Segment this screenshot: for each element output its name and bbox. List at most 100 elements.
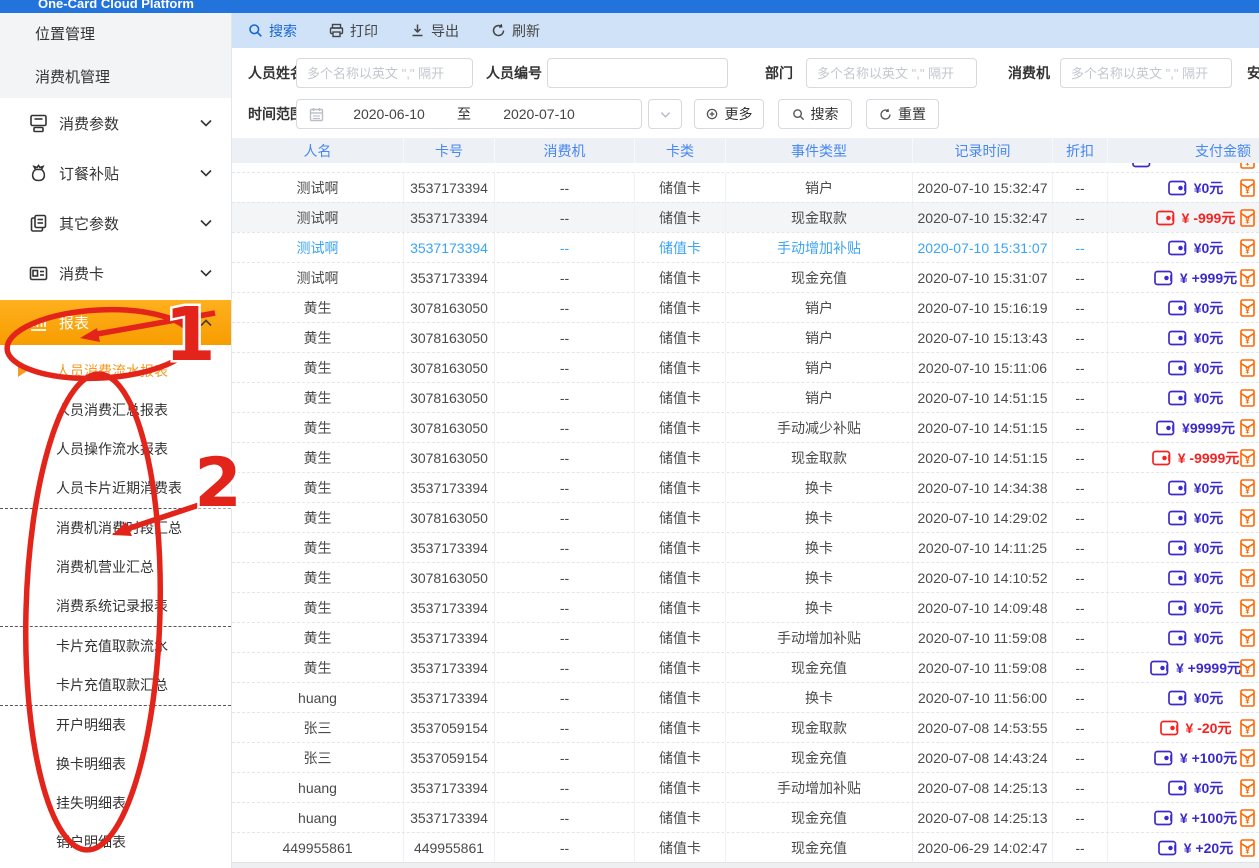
col-header-record-time[interactable]: 记录时间 bbox=[913, 138, 1053, 163]
red-envelope-icon[interactable]: ¥ bbox=[1240, 659, 1255, 677]
submenu-item[interactable]: 开户明细表 bbox=[0, 706, 231, 745]
sidebar-item-other-params[interactable]: 其它参数 bbox=[0, 198, 231, 248]
cell-pay-amount: ¥0元 ¥ bbox=[1108, 173, 1259, 202]
table-row[interactable]: huang 3537173394 -- 储值卡 手动增加补贴 2020-07-0… bbox=[232, 772, 1259, 802]
red-envelope-icon[interactable]: ¥ bbox=[1240, 719, 1255, 737]
red-envelope-icon[interactable]: ¥ bbox=[1240, 163, 1255, 169]
horizontal-scrollbar-track[interactable] bbox=[232, 862, 1259, 868]
table-row[interactable]: 黄生 3537173394 -- 储值卡 换卡 2020-07-10 14:09… bbox=[232, 592, 1259, 622]
col-header-discount[interactable]: 折扣 bbox=[1053, 138, 1108, 163]
red-envelope-icon[interactable]: ¥ bbox=[1240, 749, 1255, 767]
red-envelope-icon[interactable]: ¥ bbox=[1240, 509, 1255, 527]
table-row[interactable]: 测试啊 3537173394 -- 储值卡 销户 2020-07-10 15:3… bbox=[232, 172, 1259, 202]
red-envelope-icon[interactable]: ¥ bbox=[1240, 449, 1255, 467]
submenu-item[interactable]: 人员卡片近期消费表 bbox=[0, 469, 231, 508]
table-row[interactable]: 449955861 449955861 -- 储值卡 现金充值 2020-06-… bbox=[232, 832, 1259, 862]
table-row[interactable]: 黄生 3078163050 -- 储值卡 换卡 2020-07-10 14:29… bbox=[232, 502, 1259, 532]
red-envelope-icon[interactable]: ¥ bbox=[1240, 809, 1255, 827]
toolbar-search-button[interactable]: 搜索 bbox=[248, 21, 297, 41]
sidebar-item-consume-card[interactable]: 消费卡 bbox=[0, 248, 231, 298]
active-triangle-icon bbox=[18, 365, 27, 377]
table-row[interactable]: 黄生 3537173394 -- 储值卡 现金充值 2020-07-10 11:… bbox=[232, 652, 1259, 682]
red-envelope-icon[interactable]: ¥ bbox=[1240, 239, 1255, 257]
table-row[interactable]: 黄生 3537173394 -- 储值卡 换卡 2020-07-10 14:11… bbox=[232, 532, 1259, 562]
date-preset-dropdown-button[interactable] bbox=[648, 99, 682, 129]
red-envelope-icon[interactable]: ¥ bbox=[1240, 179, 1255, 197]
cell-card-no: 3537173394 bbox=[404, 263, 495, 292]
submenu-item[interactable]: 卡片充值取款汇总 bbox=[0, 666, 231, 705]
red-envelope-icon[interactable]: ¥ bbox=[1240, 209, 1255, 227]
date-from-value[interactable]: 2020-06-10 bbox=[334, 106, 444, 122]
sidebar-item-reports[interactable]: 报表 bbox=[0, 300, 231, 345]
table-row[interactable]: huang 3537173394 -- 储值卡 换卡 2020-07-10 11… bbox=[232, 682, 1259, 712]
date-range-input[interactable]: 2020-06-10 至 2020-07-10 bbox=[296, 99, 642, 129]
table-row[interactable]: 黄生 3078163050 -- 储值卡 销户 2020-07-10 15:16… bbox=[232, 292, 1259, 322]
person-name-input[interactable] bbox=[296, 58, 473, 88]
col-header-machine[interactable]: 消费机 bbox=[495, 138, 635, 163]
col-header-name[interactable]: 人名 bbox=[232, 138, 404, 163]
submenu-item[interactable]: 销户明细表 bbox=[0, 823, 231, 862]
pay-amount-value: ¥ +20元 bbox=[1184, 838, 1233, 858]
more-filters-button[interactable]: 更多 bbox=[694, 99, 764, 129]
toolbar-print-button[interactable]: 打印 bbox=[329, 21, 378, 41]
submenu-item[interactable]: 人员操作流水报表 bbox=[0, 430, 231, 469]
table-row[interactable]: 黄生 3078163050 -- 储值卡 换卡 2020-07-10 14:10… bbox=[232, 562, 1259, 592]
table-row[interactable]: 黄生 3078163050 -- 储值卡 销户 2020-07-10 14:51… bbox=[232, 382, 1259, 412]
table-row[interactable]: 黄生 3078163050 -- 储值卡 现金取款 2020-07-10 14:… bbox=[232, 442, 1259, 472]
col-header-pay-amount[interactable]: 支付金额 bbox=[1108, 138, 1259, 163]
red-envelope-icon[interactable]: ¥ bbox=[1240, 779, 1255, 797]
toolbar-refresh-button[interactable]: 刷新 bbox=[491, 21, 540, 41]
red-envelope-icon[interactable]: ¥ bbox=[1240, 269, 1255, 287]
cell-discount: -- bbox=[1053, 593, 1108, 622]
sidebar-item-meal-subsidy[interactable]: 订餐补贴 bbox=[0, 148, 231, 198]
table-row[interactable]: huang 3537173394 -- 储值卡 现金充值 2020-07-08 … bbox=[232, 802, 1259, 832]
sidebar-item-location-management[interactable]: 位置管理 bbox=[0, 13, 231, 56]
sidebar-item-machine-management[interactable]: 消费机管理 bbox=[0, 56, 231, 99]
submenu-item[interactable]: 卡片充值取款流水 bbox=[0, 627, 231, 666]
submenu-item[interactable]: 人员消费汇总报表 bbox=[0, 391, 231, 430]
table-row[interactable]: 黄生 3078163050 -- 储值卡 销户 2020-07-10 15:11… bbox=[232, 352, 1259, 382]
col-header-card-type[interactable]: 卡类 bbox=[635, 138, 726, 163]
sidebar-item-consume-params[interactable]: 消费参数 bbox=[0, 98, 231, 148]
table-row[interactable]: 测试啊 3537173394 -- 储值卡 现金取款 2020-07-10 15… bbox=[232, 202, 1259, 232]
red-envelope-icon[interactable]: ¥ bbox=[1240, 329, 1255, 347]
submenu-item[interactable]: 人员消费流水报表 bbox=[0, 352, 231, 391]
red-envelope-icon[interactable]: ¥ bbox=[1240, 569, 1255, 587]
red-envelope-icon[interactable]: ¥ bbox=[1240, 419, 1255, 437]
red-envelope-icon[interactable]: ¥ bbox=[1240, 629, 1255, 647]
machine-input[interactable] bbox=[1060, 58, 1232, 88]
red-envelope-icon[interactable]: ¥ bbox=[1240, 479, 1255, 497]
table-row[interactable]: 测试啊 3537173394 -- 储值卡 现金充值 2020-07-10 15… bbox=[232, 262, 1259, 292]
person-id-input[interactable] bbox=[547, 58, 728, 88]
date-to-value[interactable]: 2020-07-10 bbox=[484, 106, 594, 122]
red-envelope-icon[interactable]: ¥ bbox=[1240, 299, 1255, 317]
submenu-item[interactable]: 换卡明细表 bbox=[0, 745, 231, 784]
submenu-item[interactable]: 消费机消费时段汇总 bbox=[0, 509, 231, 548]
red-envelope-icon[interactable]: ¥ bbox=[1240, 839, 1255, 857]
red-envelope-icon[interactable]: ¥ bbox=[1240, 599, 1255, 617]
col-header-card-no[interactable]: 卡号 bbox=[404, 138, 495, 163]
search-button[interactable]: 搜索 bbox=[778, 99, 852, 129]
red-envelope-icon[interactable]: ¥ bbox=[1240, 539, 1255, 557]
table-row[interactable]: 测试啊 3537173394 -- 储值卡 手动增加补贴 2020-07-10 … bbox=[232, 232, 1259, 262]
table-row[interactable]: 张三 3537059154 -- 储值卡 现金取款 2020-07-08 14:… bbox=[232, 712, 1259, 742]
department-input[interactable] bbox=[806, 58, 977, 88]
submenu-item[interactable]: 挂失明细表 bbox=[0, 784, 231, 823]
red-envelope-icon[interactable]: ¥ bbox=[1240, 389, 1255, 407]
cell-pay-amount: ¥0元 ¥ bbox=[1108, 293, 1259, 322]
col-header-event-type[interactable]: 事件类型 bbox=[726, 138, 913, 163]
red-envelope-icon[interactable]: ¥ bbox=[1240, 689, 1255, 707]
submenu-item[interactable]: 消费机营业汇总 bbox=[0, 548, 231, 587]
table-row[interactable]: 黄生 3078163050 -- 储值卡 手动减少补贴 2020-07-10 1… bbox=[232, 412, 1259, 442]
table-row[interactable]: 黄生 3537173394 -- 储值卡 手动增加补贴 2020-07-10 1… bbox=[232, 622, 1259, 652]
submenu-item[interactable]: 消费系统记录报表 bbox=[0, 587, 231, 626]
cell-card-no: 3537173394 bbox=[404, 653, 495, 682]
table-row[interactable]: 黄生 3537173394 -- 储值卡 换卡 2020-07-10 14:34… bbox=[232, 472, 1259, 502]
cell-card-type: 储值卡 bbox=[635, 803, 726, 832]
toolbar-export-button[interactable]: 导出 bbox=[410, 21, 459, 41]
table-row[interactable]: 黄生 3078163050 -- 储值卡 销户 2020-07-10 15:13… bbox=[232, 322, 1259, 352]
reset-button[interactable]: 重置 bbox=[866, 99, 939, 129]
table-row[interactable]: 张三 3537059154 -- 储值卡 现金充值 2020-07-08 14:… bbox=[232, 742, 1259, 772]
red-envelope-icon[interactable]: ¥ bbox=[1240, 359, 1255, 377]
chevron-down-icon bbox=[199, 266, 213, 280]
